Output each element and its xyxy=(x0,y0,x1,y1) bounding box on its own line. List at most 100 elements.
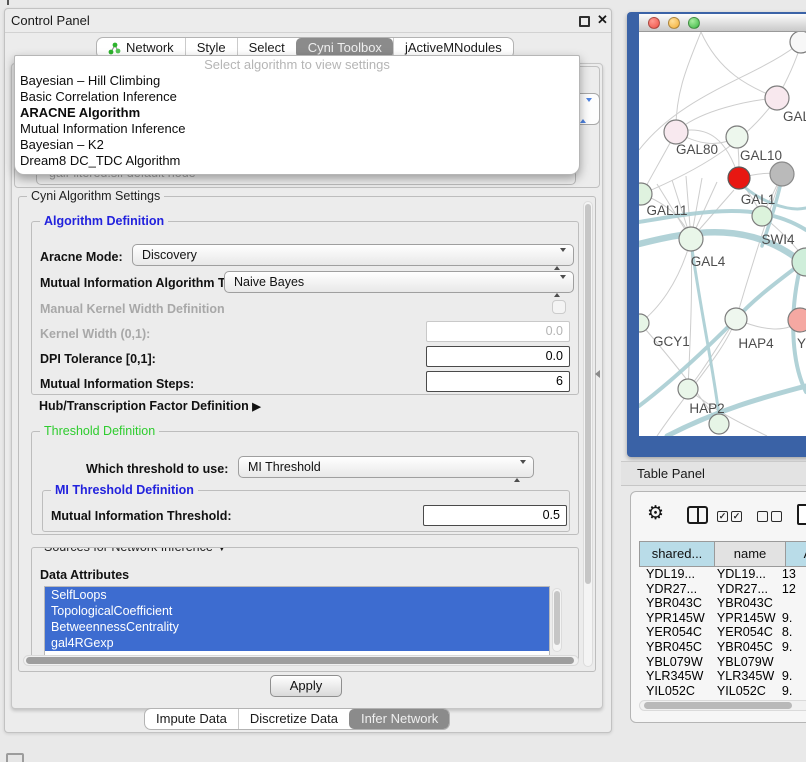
list-scrollbar[interactable] xyxy=(552,588,562,652)
split-view-icon[interactable] xyxy=(687,506,708,524)
column-header[interactable]: A xyxy=(785,542,806,566)
algorithm-definition-group: Algorithm Definition Aracne Mode: Discov… xyxy=(31,221,579,395)
hub-definition-label: Hub/Transcription Factor Definition xyxy=(39,399,249,413)
network-node[interactable] xyxy=(790,32,806,53)
hub-definition-toggle[interactable]: Hub/Transcription Factor Definition ▶ xyxy=(39,399,261,413)
which-threshold-label: Which threshold to use: xyxy=(86,462,228,476)
table-row[interactable]: YLR345WYLR345W9. xyxy=(639,669,806,684)
group-title: MI Threshold Definition xyxy=(51,483,198,497)
sources-title: Sources for Network Inference xyxy=(44,547,213,554)
splitter-arrow-icon[interactable] xyxy=(595,370,600,378)
table-options-icon[interactable] xyxy=(797,504,806,525)
which-threshold-select[interactable]: MI Threshold xyxy=(238,456,534,478)
settings-horizontal-scrollbar[interactable] xyxy=(23,655,579,666)
tab-impute-data[interactable]: Impute Data xyxy=(145,709,238,729)
dropdown-item[interactable]: Bayesian – K2 xyxy=(15,137,579,153)
node-label: GAL4 xyxy=(691,254,726,269)
gear-icon[interactable]: ⚙ xyxy=(647,502,664,524)
deselect-all-checkbox-icon[interactable] xyxy=(771,511,782,522)
mi-threshold-field[interactable]: 0.5 xyxy=(423,505,567,526)
dropdown-item[interactable]: Mutual Information Inference xyxy=(15,121,579,137)
list-item[interactable]: BetweennessCentrality xyxy=(45,619,549,635)
table-cell: YBL079W xyxy=(639,655,710,670)
apply-button[interactable]: Apply xyxy=(270,675,342,697)
network-node[interactable] xyxy=(770,162,794,186)
sources-toggle[interactable]: Sources for Network Inference ▼ xyxy=(40,547,231,554)
combo-arrows-icon xyxy=(554,249,566,269)
table-row[interactable]: YBL079WYBL079W xyxy=(639,655,806,670)
tab-infer-network[interactable]: Infer Network xyxy=(349,709,449,729)
table-row[interactable]: YPR145WYPR145W9. xyxy=(639,611,806,626)
manual-kernel-width-checkbox[interactable] xyxy=(552,300,566,314)
close-window-icon[interactable] xyxy=(648,17,660,29)
dropdown-item[interactable]: Bayesian – Hill Climbing xyxy=(15,73,579,89)
table-row[interactable]: YBR043CYBR043C xyxy=(639,596,806,611)
network-view-window[interactable]: GALGAL80GAL10GAL1GAL11GAL4SWI4HAP4YGCY1H… xyxy=(627,12,806,457)
network-icon xyxy=(108,42,121,55)
table-body: YDL19...YDL19...13YDR27...YDR27...12YBR0… xyxy=(639,567,806,698)
combo-arrows-icon xyxy=(580,102,592,120)
table-row[interactable]: YBR045CYBR045C9. xyxy=(639,640,806,655)
table-row[interactable]: YER054CYER054C8. xyxy=(639,625,806,640)
combo-arrows-icon xyxy=(514,461,526,481)
dpi-tolerance-field[interactable]: 0.0 xyxy=(426,346,570,367)
network-node[interactable] xyxy=(678,379,698,399)
table-cell: YPR145W xyxy=(639,611,710,626)
tab-label: Discretize Data xyxy=(250,709,338,729)
table-row[interactable]: YDR27...YDR27...12 xyxy=(639,582,806,597)
minimized-panel-icon[interactable] xyxy=(6,753,24,762)
mi-algorithm-type-select[interactable]: Naive Bayes xyxy=(224,271,574,293)
table-cell: YPR145W xyxy=(710,611,778,626)
table-cell xyxy=(778,655,806,670)
list-item[interactable]: SelfLoops xyxy=(45,587,549,603)
deselect-all-checkbox-icon[interactable] xyxy=(757,511,768,522)
network-window-titlebar xyxy=(639,14,806,32)
zoom-window-icon[interactable] xyxy=(688,17,700,29)
select-all-checkbox-icon[interactable]: ✓ xyxy=(731,511,742,522)
list-item[interactable]: gal4RGexp xyxy=(45,635,549,651)
float-panel-icon[interactable] xyxy=(579,16,590,27)
cyni-algorithm-settings-group: Cyni Algorithm Settings Algorithm Defini… xyxy=(18,196,596,672)
table-cell: 12 xyxy=(778,582,806,597)
table-row[interactable]: YDL19...YDL19...13 xyxy=(639,567,806,582)
column-header[interactable]: name xyxy=(714,542,785,566)
mi-steps-label: Mutual Information Steps: xyxy=(40,377,194,391)
tab-discretize-data[interactable]: Discretize Data xyxy=(238,709,349,729)
group-title: Cyni Algorithm Settings xyxy=(27,189,164,203)
network-node[interactable] xyxy=(792,248,806,276)
tab-label: Infer Network xyxy=(361,709,438,729)
data-attributes-list[interactable]: SelfLoops TopologicalCoefficient Between… xyxy=(44,586,550,656)
settings-vertical-scrollbar[interactable] xyxy=(583,201,593,667)
dropdown-item[interactable]: Basic Correlation Inference xyxy=(15,89,579,105)
network-node[interactable] xyxy=(709,414,729,434)
list-item[interactable]: TopologicalCoefficient xyxy=(45,603,549,619)
aracne-mode-select[interactable]: Discovery xyxy=(132,244,574,266)
table-row[interactable]: YIL052CYIL052C9. xyxy=(639,684,806,699)
dropdown-item[interactable]: Dream8 DC_TDC Algorithm xyxy=(15,153,579,169)
aracne-mode-label: Aracne Mode: xyxy=(40,250,123,264)
network-node[interactable] xyxy=(664,120,688,144)
network-node[interactable] xyxy=(765,86,789,110)
network-node[interactable] xyxy=(788,308,806,332)
table-cell: YBL079W xyxy=(710,655,778,670)
dropdown-item-selected[interactable]: ARACNE Algorithm xyxy=(15,105,579,121)
network-node[interactable] xyxy=(726,126,748,148)
network-node[interactable] xyxy=(725,308,747,330)
algorithm-dropdown-list: Select algorithm to view settings Bayesi… xyxy=(14,55,580,175)
table-horizontal-scrollbar[interactable] xyxy=(639,700,806,711)
network-node[interactable] xyxy=(679,227,703,251)
table-cell: YBR045C xyxy=(639,640,710,655)
network-canvas[interactable]: GALGAL80GAL10GAL1GAL11GAL4SWI4HAP4YGCY1H… xyxy=(639,32,806,436)
table-cell: YLR345W xyxy=(710,669,778,684)
network-node[interactable] xyxy=(728,167,750,189)
minimize-window-icon[interactable] xyxy=(668,17,680,29)
table-cell: YIL052C xyxy=(710,684,778,699)
desktop: { "window": { "title": "Control Panel" }… xyxy=(0,0,806,762)
select-all-checkbox-icon[interactable]: ✓ xyxy=(717,511,728,522)
mi-steps-field[interactable]: 6 xyxy=(426,371,570,392)
close-icon[interactable]: ✕ xyxy=(597,12,608,28)
table-cell: 9. xyxy=(778,669,806,684)
column-header[interactable]: shared... xyxy=(640,542,714,566)
network-node[interactable] xyxy=(752,206,772,226)
network-node[interactable] xyxy=(639,183,652,205)
